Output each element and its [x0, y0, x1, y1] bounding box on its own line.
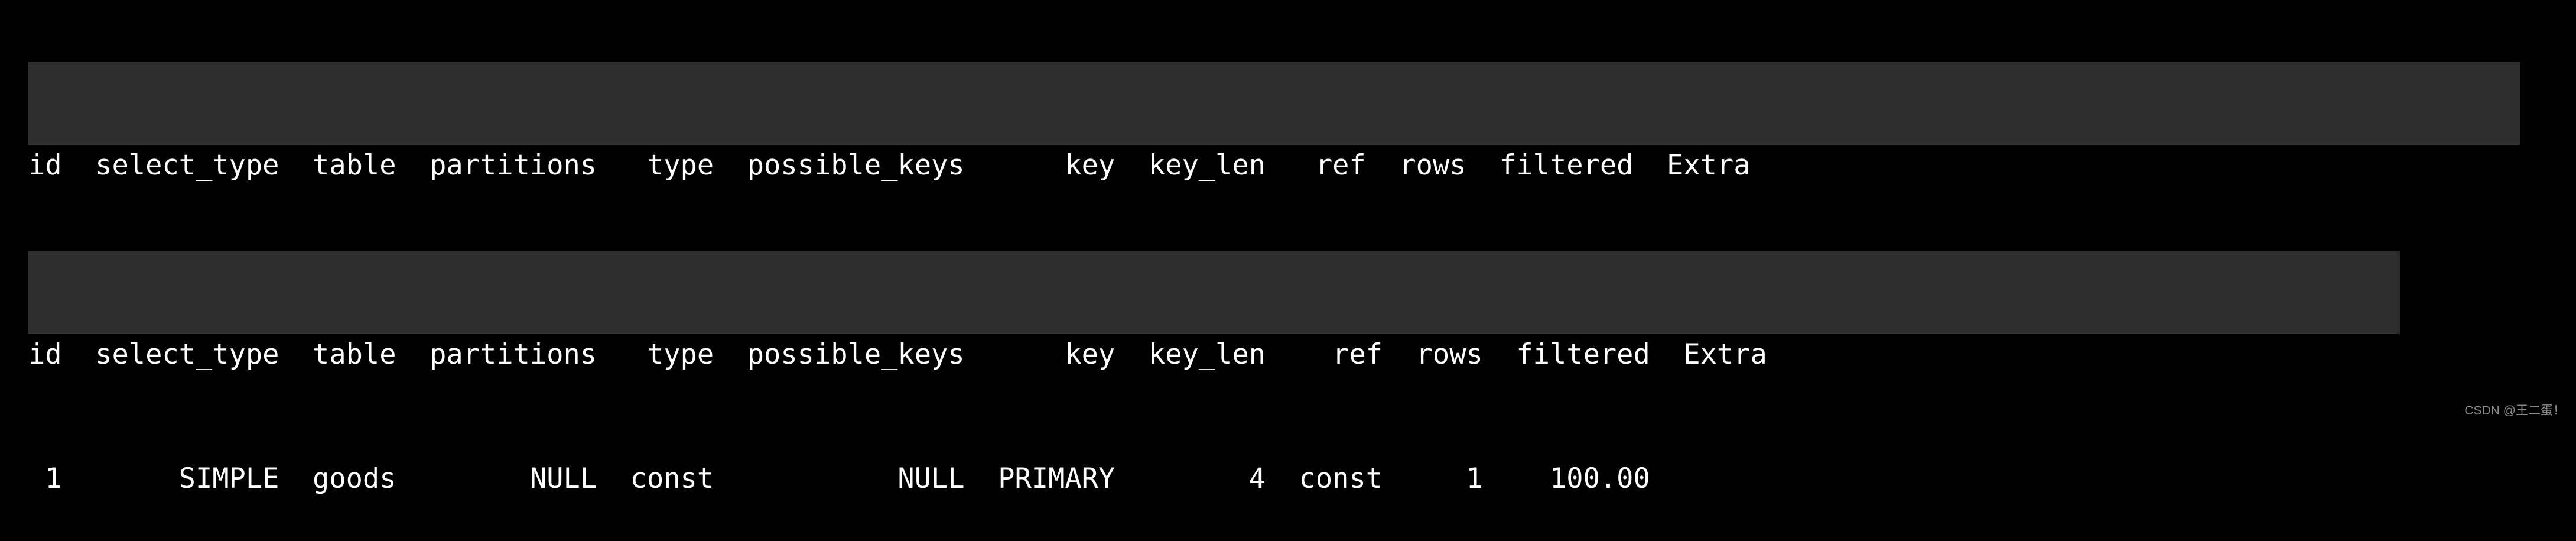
explain-header-row: id select_type table partitions type pos… — [28, 149, 1751, 182]
explain-result-block-index-scan: id select_type table partitions type pos… — [28, 62, 2520, 306]
explain-header-row: id select_type table partitions type pos… — [28, 338, 1767, 371]
csdn-watermark: CSDN @王二蛋！ — [2464, 404, 2565, 417]
explain-result-block-const-lookup: id select_type table partitions type pos… — [28, 251, 2400, 495]
explain-data-row: 1 SIMPLE goods NULL const NULL PRIMARY 4… — [28, 462, 1767, 495]
